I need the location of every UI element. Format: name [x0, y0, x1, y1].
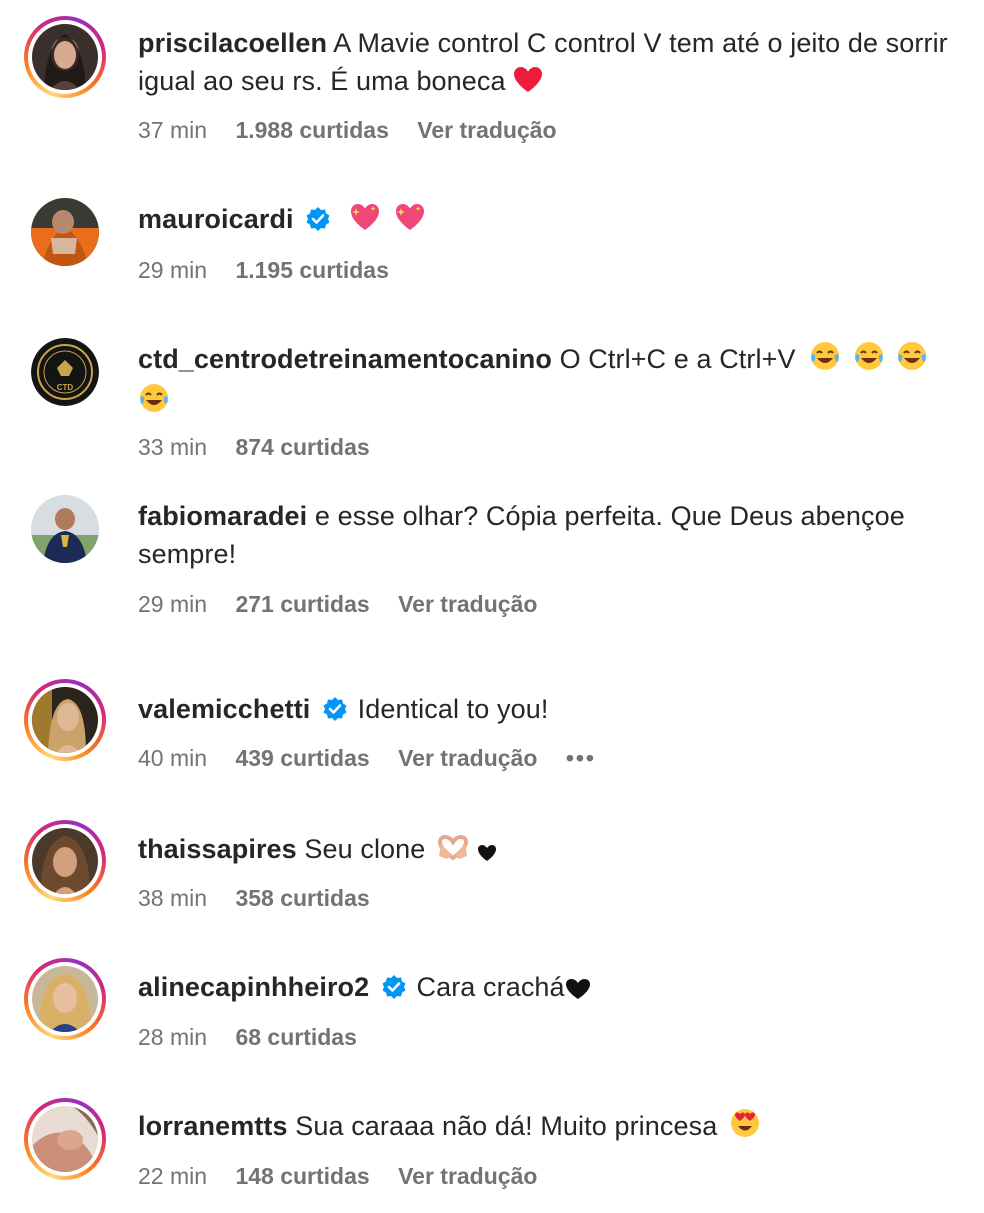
comment-username[interactable]: lorranemtts	[138, 1111, 288, 1141]
comment-text: Sua caraaa não dá! Muito princesa	[295, 1111, 718, 1141]
sparkling-heart-icon	[394, 202, 426, 242]
avatar-photo	[32, 687, 98, 753]
see-translation-link[interactable]: Ver tradução	[398, 591, 537, 617]
avatar-photo	[32, 966, 98, 1032]
likes-count[interactable]: 271 curtidas	[235, 591, 369, 617]
likes-count[interactable]: 68 curtidas	[235, 1024, 356, 1050]
avatar[interactable]	[31, 198, 99, 266]
black-heart-icon	[565, 972, 591, 1010]
comment-text: Cara crachá	[416, 972, 565, 1002]
likes-count[interactable]: 874 curtidas	[235, 434, 369, 460]
avatar-photo	[32, 24, 98, 90]
comment-time: 40 min	[138, 745, 208, 771]
comment-time: 28 min	[138, 1024, 208, 1050]
likes-count[interactable]: 1.988 curtidas	[235, 117, 388, 143]
verified-badge-icon	[381, 972, 407, 999]
comment-username[interactable]: thaissapires	[138, 834, 297, 864]
comment-username[interactable]: priscilacoellen	[138, 28, 327, 58]
comment-text: O Ctrl+C e a Ctrl+V	[559, 344, 796, 374]
comment-time: 22 min	[138, 1163, 208, 1189]
comment-text: Identical to you!	[357, 694, 549, 724]
comment-username[interactable]: alinecapinhheiro2	[138, 972, 369, 1002]
likes-count[interactable]: 1.195 curtidas	[235, 257, 388, 283]
red-heart-icon	[513, 66, 543, 104]
comment-time: 33 min	[138, 434, 208, 460]
avatar-photo	[32, 1106, 98, 1172]
see-translation-link[interactable]: Ver tradução	[417, 117, 556, 143]
avatar[interactable]	[24, 1098, 106, 1180]
avatar[interactable]	[24, 820, 106, 902]
tears-of-joy-icon	[809, 340, 841, 382]
comment-time: 29 min	[138, 591, 208, 617]
sparkling-heart-icon	[349, 202, 381, 242]
verified-badge-icon	[305, 204, 331, 231]
heart-hands-icon	[437, 834, 469, 872]
comment-username[interactable]: ctd_centrodetreinamentocanino	[138, 344, 552, 374]
tears-of-joy-icon	[138, 382, 170, 424]
avatar[interactable]	[24, 958, 106, 1040]
avatar[interactable]: CTD	[31, 338, 99, 406]
avatar[interactable]	[24, 16, 106, 98]
avatar-photo	[32, 828, 98, 894]
comment-username[interactable]: mauroicardi	[138, 204, 294, 234]
likes-count[interactable]: 439 curtidas	[235, 745, 369, 771]
heart-eyes-icon	[729, 1107, 761, 1149]
svg-text:CTD: CTD	[57, 383, 74, 392]
comment-time: 38 min	[138, 885, 208, 911]
comment-username[interactable]: fabiomaradei	[138, 501, 307, 531]
avatar[interactable]	[24, 679, 106, 761]
comment-time: 37 min	[138, 117, 208, 143]
likes-count[interactable]: 148 curtidas	[235, 1163, 369, 1189]
verified-badge-icon	[322, 694, 348, 721]
comment-time: 29 min	[138, 257, 208, 283]
black-heart-icon	[477, 834, 497, 872]
more-options-button[interactable]: •••	[566, 745, 596, 771]
avatar[interactable]	[31, 495, 99, 563]
likes-count[interactable]: 358 curtidas	[235, 885, 369, 911]
comment-username[interactable]: valemicchetti	[138, 694, 310, 724]
tears-of-joy-icon	[853, 340, 885, 382]
comment-text: Seu clone	[304, 834, 426, 864]
tears-of-joy-icon	[896, 340, 928, 382]
see-translation-link[interactable]: Ver tradução	[398, 745, 537, 771]
see-translation-link[interactable]: Ver tradução	[398, 1163, 537, 1189]
